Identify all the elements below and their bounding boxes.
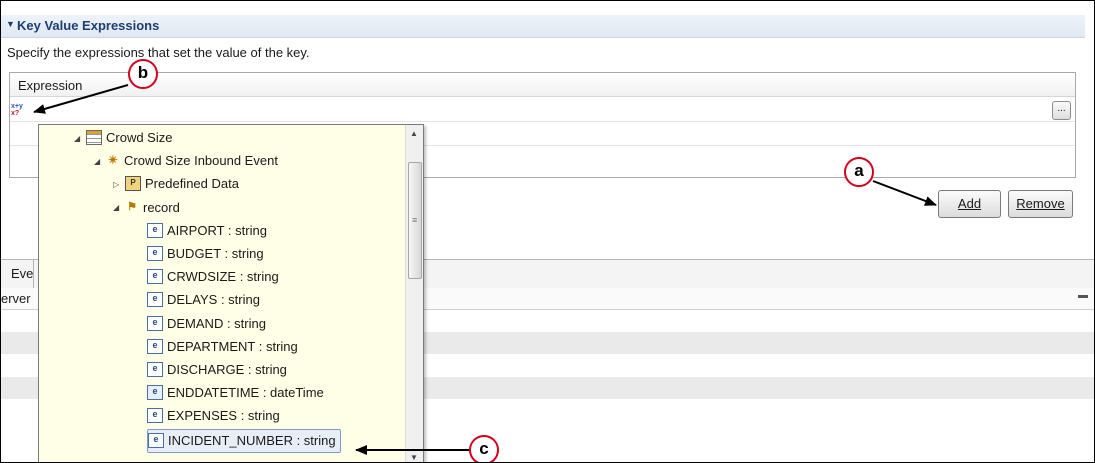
callout-arrows — [33, 84, 937, 455]
arrow-b — [33, 84, 129, 114]
arrow-a — [872, 180, 937, 206]
callout-a: a — [844, 157, 874, 187]
callout-c: c — [469, 435, 499, 462]
editor-frame: ▼ Key Value Expressions Specify the expr… — [0, 0, 1095, 463]
callout-b: b — [128, 59, 158, 89]
